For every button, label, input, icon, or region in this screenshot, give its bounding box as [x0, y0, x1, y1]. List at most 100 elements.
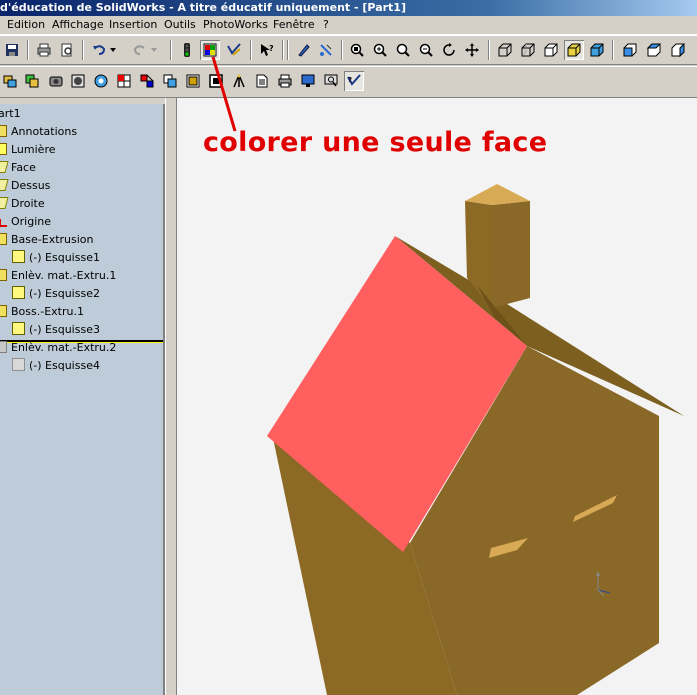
- rebuild-button[interactable]: [177, 40, 197, 60]
- hidden-lines-removed-button[interactable]: [541, 40, 561, 60]
- zoom-in-icon: [373, 43, 387, 57]
- options-help-icon: ?: [347, 74, 361, 86]
- tree-item-label: art1: [0, 107, 21, 120]
- shaded-cube-icon: [567, 43, 581, 57]
- tool-1-button[interactable]: [0, 71, 20, 91]
- tree-item-sketch3[interactable]: (-) Esquisse3: [12, 321, 100, 339]
- shaded-button[interactable]: [564, 40, 584, 60]
- view-front-button[interactable]: [620, 40, 640, 60]
- menu-help[interactable]: ?: [323, 18, 329, 31]
- menu-photoworks[interactable]: PhotoWorks: [203, 18, 268, 31]
- cut-extrude-icon: [0, 341, 7, 353]
- view-left-button[interactable]: [668, 40, 688, 60]
- tool-4-button[interactable]: [68, 71, 88, 91]
- toolbar-separator: [341, 40, 343, 60]
- tool-16-button[interactable]: ?: [344, 71, 364, 91]
- print-preview-button[interactable]: [57, 40, 77, 60]
- tree-item-annotations[interactable]: Annotations: [0, 123, 77, 141]
- tool-14-button[interactable]: [298, 71, 318, 91]
- undo-button[interactable]: [89, 40, 119, 60]
- sketch-3d-button[interactable]: [316, 40, 336, 60]
- tool-3-button[interactable]: [46, 71, 66, 91]
- tree-item-sketch4[interactable]: (-) Esquisse4: [12, 357, 100, 375]
- zoom-in-out-button[interactable]: [393, 40, 413, 60]
- tree-item-label: Enlèv. mat.-Extru.2: [11, 341, 117, 354]
- menu-affichage[interactable]: Affichage: [52, 18, 104, 31]
- redo-icon: [133, 45, 145, 55]
- graphics-viewport[interactable]: [176, 98, 697, 695]
- light-icon: [233, 74, 245, 88]
- mate-icon: [25, 74, 39, 88]
- sketch-button[interactable]: [294, 40, 314, 60]
- zoom-icon: [396, 43, 410, 57]
- toolbar-separator: [27, 40, 29, 60]
- redo-button[interactable]: [130, 40, 160, 60]
- tree-item-origin[interactable]: Origine: [0, 213, 51, 231]
- document-icon: [256, 74, 268, 88]
- zoom-out-icon: [419, 43, 433, 57]
- tool-7-button[interactable]: [137, 71, 157, 91]
- tool-6-button[interactable]: [114, 71, 134, 91]
- chimney-top: [465, 184, 530, 205]
- traffic-light-icon: [184, 43, 190, 57]
- help-cursor-icon: ?: [261, 44, 274, 56]
- whats-this-button[interactable]: ?: [257, 40, 277, 60]
- preview-icon: [324, 74, 338, 87]
- menu-edition[interactable]: Edition: [7, 18, 45, 31]
- tree-item-label: Boss.-Extru.1: [11, 305, 84, 318]
- tree-item-base-extrusion[interactable]: Base-Extrusion: [0, 231, 94, 249]
- tree-item-right-plane[interactable]: Droite: [0, 195, 45, 213]
- toolbar-separator: [488, 40, 490, 60]
- edit-color-button[interactable]: [200, 40, 220, 60]
- hidden-lines-gray-button[interactable]: [518, 40, 538, 60]
- wireframe-button[interactable]: [495, 40, 515, 60]
- origin-icon: [0, 219, 7, 227]
- rotate-view-button[interactable]: [439, 40, 459, 60]
- sketch-icon: [12, 250, 25, 263]
- tree-item-sketch1[interactable]: (-) Esquisse1: [12, 249, 100, 267]
- tool-12-button[interactable]: [252, 71, 272, 91]
- pencil-icon: [298, 44, 310, 57]
- pan-arrows-icon: [465, 43, 479, 57]
- tree-item-sketch2[interactable]: (-) Esquisse2: [12, 285, 100, 303]
- tree-item-cut-extrude1[interactable]: Enlèv. mat.-Extru.1: [0, 267, 116, 285]
- options-button[interactable]: [224, 40, 244, 60]
- menu-fenetre[interactable]: Fenêtre: [273, 18, 315, 31]
- zoom-fit-button[interactable]: [347, 40, 367, 60]
- view-back-button[interactable]: [644, 40, 664, 60]
- tool-13-button[interactable]: [275, 71, 295, 91]
- tree-item-label: Droite: [11, 197, 45, 210]
- print-preview-icon: [61, 43, 72, 57]
- print-button[interactable]: [34, 40, 54, 60]
- tool-8-button[interactable]: [160, 71, 180, 91]
- pan-button[interactable]: [462, 40, 482, 60]
- zoom-area-button[interactable]: [370, 40, 390, 60]
- view-cube-icon: [647, 43, 661, 57]
- tool-5-button[interactable]: [91, 71, 111, 91]
- tool-15-button[interactable]: [321, 71, 341, 91]
- tool-2-button[interactable]: [22, 71, 42, 91]
- tree-item-cut-extrude2[interactable]: Enlèv. mat.-Extru.2: [0, 339, 116, 357]
- menu-outils[interactable]: Outils: [164, 18, 196, 31]
- chevron-down-icon: [151, 48, 157, 52]
- tree-item-part1[interactable]: art1: [0, 105, 21, 123]
- house-model: [267, 184, 684, 695]
- menu-insertion[interactable]: Insertion: [109, 18, 157, 31]
- tool-11-button[interactable]: [229, 71, 249, 91]
- tree-item-face-plane[interactable]: Face: [0, 159, 36, 177]
- options-check-icon: [227, 43, 241, 56]
- save-button[interactable]: [2, 40, 22, 60]
- shadow-button[interactable]: [587, 40, 607, 60]
- zoom-selection-button[interactable]: [416, 40, 436, 60]
- tree-item-top-plane[interactable]: Dessus: [0, 177, 50, 195]
- tree-item-lighting[interactable]: Lumière: [0, 141, 56, 159]
- standard-toolbar: ?: [0, 35, 697, 65]
- render-icon: [71, 74, 85, 88]
- color-palette-icon: [203, 43, 217, 57]
- view-cube-icon: [671, 43, 685, 57]
- tree-item-boss-extrude1[interactable]: Boss.-Extru.1: [0, 303, 84, 321]
- extrude-icon: [0, 233, 7, 245]
- tool-10-button[interactable]: [206, 71, 226, 91]
- tool-9-button[interactable]: [183, 71, 203, 91]
- plane-icon: [0, 179, 9, 191]
